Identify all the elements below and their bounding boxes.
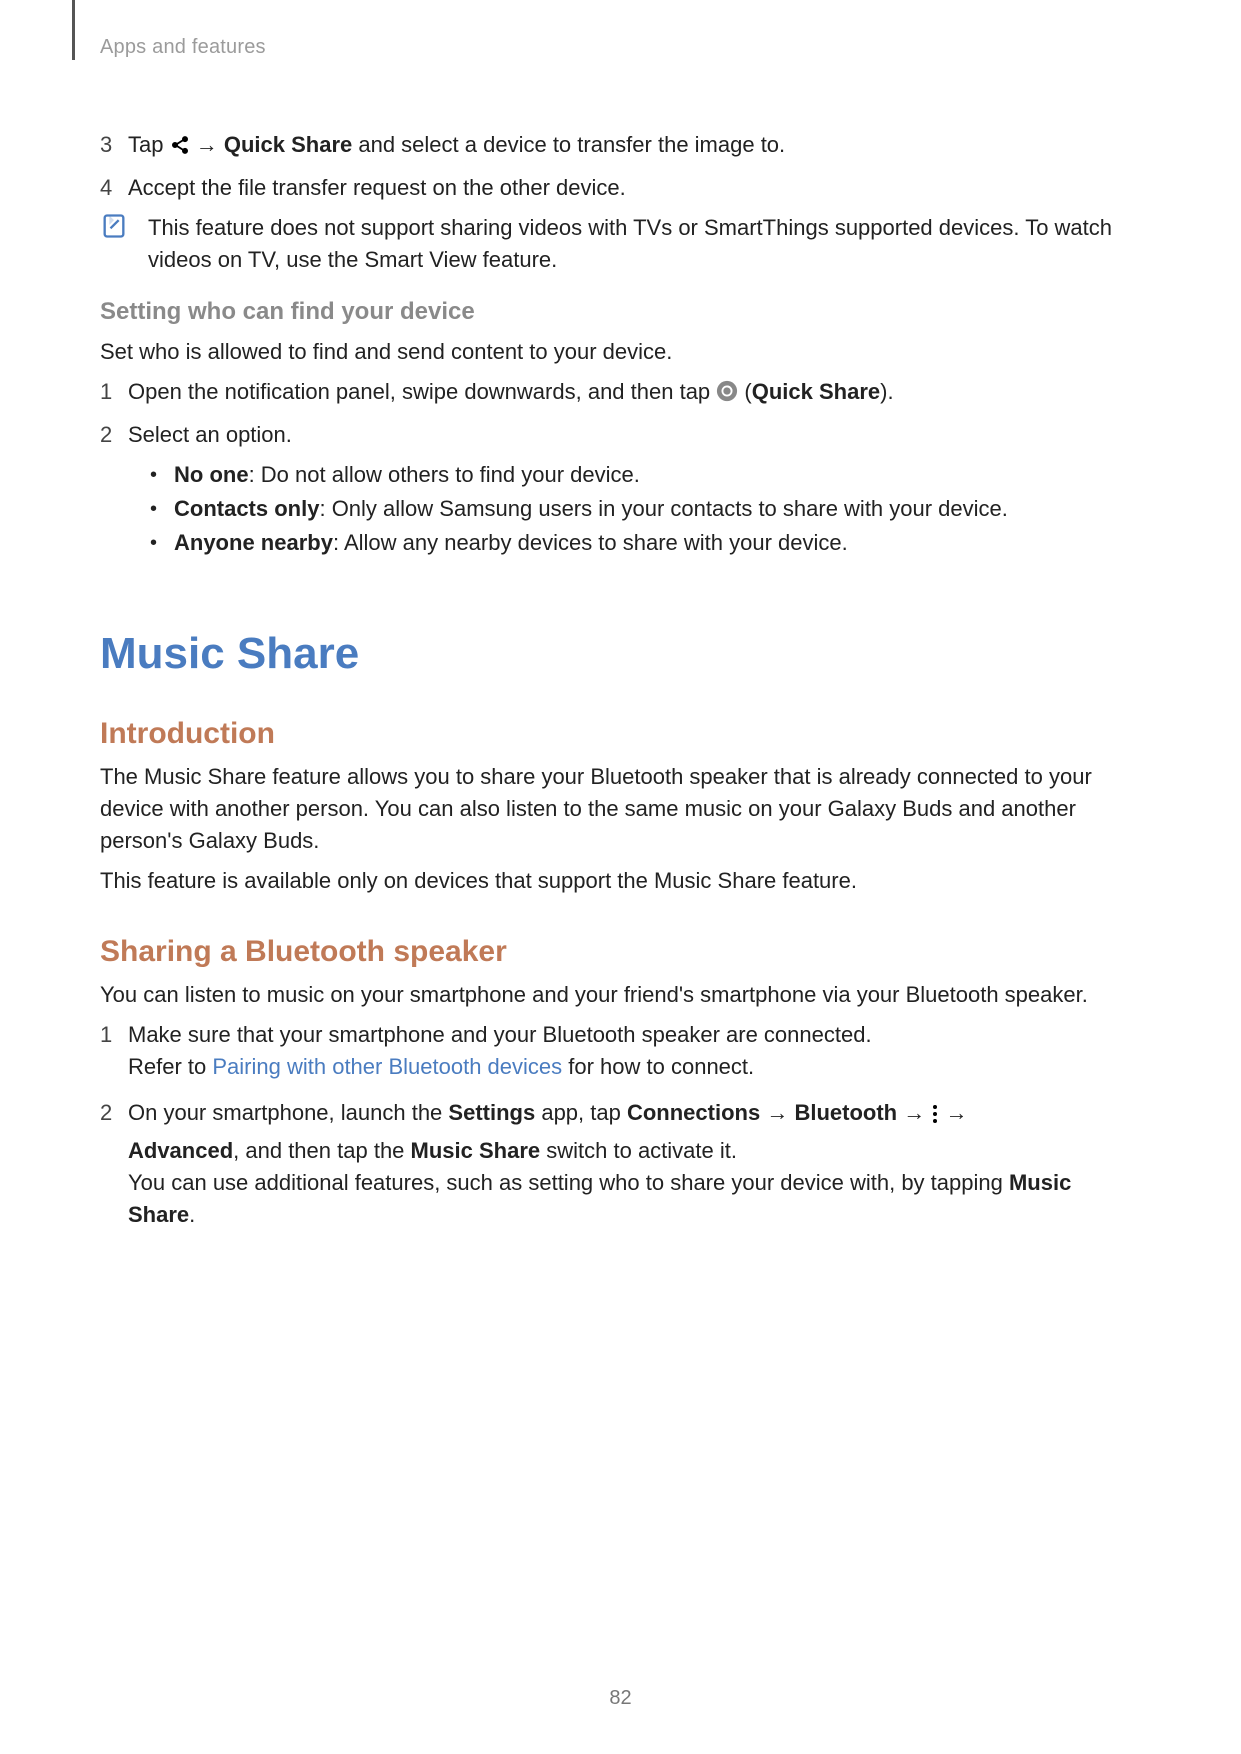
step-number: 2 [100,419,128,451]
line: Refer to Pairing with other Bluetooth de… [128,1051,1141,1083]
label: No one [174,462,249,487]
step-body: Make sure that your smartphone and your … [128,1019,1141,1083]
text: switch to activate it. [540,1138,737,1163]
note-block: This feature does not support sharing vi… [100,212,1141,276]
breadcrumb: Apps and features [100,36,1141,59]
bt-step-2: 2 On your smartphone, launch the Setting… [100,1097,1141,1231]
document-page: Apps and features 3 Tap → Quick Share [0,0,1241,1754]
text: On your smartphone, launch the [128,1100,448,1125]
step-4: 4 Accept the file transfer request on th… [100,172,1141,204]
paragraph: This feature is available only on device… [100,865,1141,897]
step-number: 2 [100,1097,128,1129]
paragraph: The Music Share feature allows you to sh… [100,761,1141,857]
bullet-text: Contacts only: Only allow Samsung users … [174,493,1008,525]
note-icon [100,212,148,245]
settings-label: Settings [448,1100,535,1125]
connections-label: Connections [627,1100,760,1125]
paragraph: Set who is allowed to find and send cont… [100,336,1141,368]
text: : Allow any nearby devices to share with… [333,530,848,555]
label: Anyone nearby [174,530,333,555]
arrow: → [897,1100,931,1125]
step-body: Select an option. [128,419,1141,451]
bullet-dot: • [150,459,174,491]
advanced-label: Advanced [128,1138,233,1163]
text: : Do not allow others to find your devic… [249,462,640,487]
bullet-anyone-nearby: • Anyone nearby: Allow any nearby device… [150,527,1141,559]
step-body: On your smartphone, launch the Settings … [128,1097,1141,1231]
page-content: 3 Tap → Quick Share and select a device … [100,129,1141,1231]
line: Make sure that your smartphone and your … [128,1019,1141,1051]
option-bullets: • No one: Do not allow others to find yo… [150,459,1141,559]
quick-share-label: Quick Share [224,132,352,157]
bullet-dot: • [150,527,174,559]
line: You can use additional features, such as… [128,1167,1141,1231]
step-number: 4 [100,172,128,204]
bt-step-1: 1 Make sure that your smartphone and you… [100,1019,1141,1083]
arrow: → [196,132,224,157]
step-body: Accept the file transfer request on the … [128,172,1141,204]
step-number: 1 [100,376,128,408]
quick-share-circle-icon [716,379,738,411]
text: ). [880,379,893,404]
line: Advanced, and then tap the Music Share s… [128,1135,1141,1167]
step-body: Open the notification panel, swipe downw… [128,376,1141,411]
bullet-text: No one: Do not allow others to find your… [174,459,640,491]
step-number: 1 [100,1019,128,1051]
text: Tap [128,132,170,157]
link-pairing-bluetooth[interactable]: Pairing with other Bluetooth devices [212,1054,562,1079]
text: You can use additional features, such as… [128,1170,1009,1195]
step-3: 3 Tap → Quick Share and select a device … [100,129,1141,164]
text: : Only allow Samsung users in your conta… [319,496,1007,521]
text: app, tap [535,1100,627,1125]
note-text: This feature does not support sharing vi… [148,212,1141,276]
text: , and then tap the [233,1138,410,1163]
heading-music-share: Music Share [100,629,1141,679]
heading-introduction: Introduction [100,717,1141,751]
bluetooth-label: Bluetooth [794,1100,897,1125]
bullet-dot: • [150,493,174,525]
paragraph: You can listen to music on your smartpho… [100,979,1141,1011]
share-icon [170,132,190,164]
music-share-label: Music Share [411,1138,541,1163]
text: Open the notification panel, swipe downw… [128,379,716,404]
bullet-text: Anyone nearby: Allow any nearby devices … [174,527,848,559]
label: Contacts only [174,496,319,521]
step-number: 3 [100,129,128,161]
arrow: → [760,1100,794,1125]
text: . [189,1202,195,1227]
step-body: Tap → Quick Share and select a device to… [128,129,1141,164]
setting-step-1: 1 Open the notification panel, swipe dow… [100,376,1141,411]
page-number: 82 [0,1687,1241,1710]
heading-sharing-bluetooth: Sharing a Bluetooth speaker [100,935,1141,969]
arrow: → [939,1100,967,1125]
side-rule [72,0,75,60]
setting-step-2: 2 Select an option. [100,419,1141,451]
quick-share-label: Quick Share [752,379,880,404]
bullet-no-one: • No one: Do not allow others to find yo… [150,459,1141,491]
subheading-setting: Setting who can find your device [100,298,1141,326]
text: for how to connect. [562,1054,754,1079]
line: On your smartphone, launch the Settings … [128,1097,1141,1135]
text: Refer to [128,1054,212,1079]
bullet-contacts-only: • Contacts only: Only allow Samsung user… [150,493,1141,525]
text: and select a device to transfer the imag… [358,132,785,157]
text: ( [744,379,751,404]
